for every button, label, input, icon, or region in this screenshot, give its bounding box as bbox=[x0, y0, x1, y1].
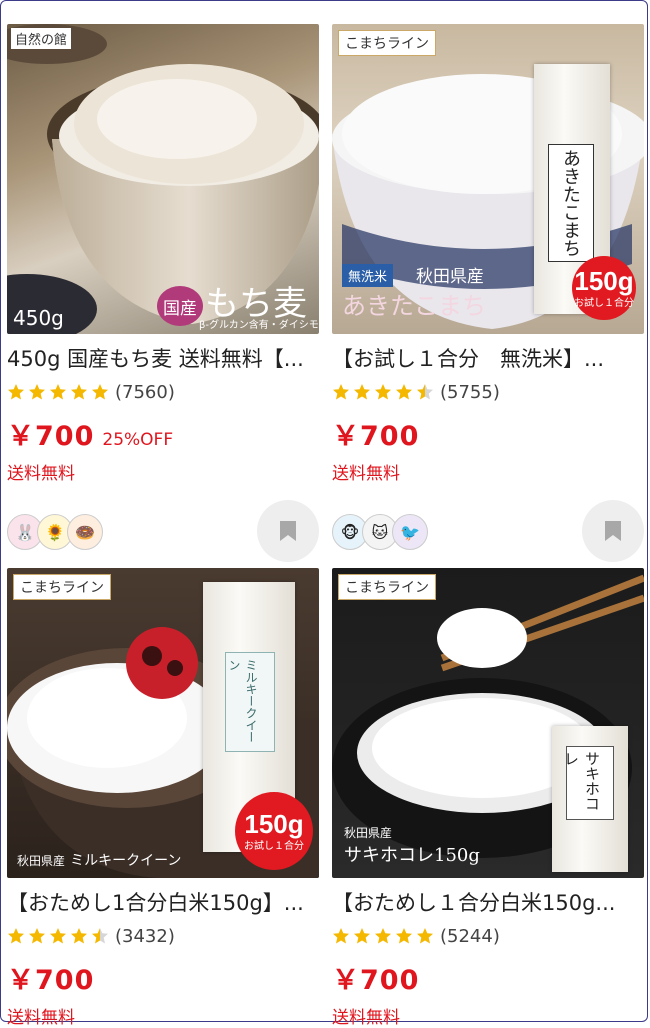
store-tag: 自然の館 bbox=[11, 28, 72, 49]
price-row: ￥700 25%OFF bbox=[7, 414, 319, 453]
price: ￥700 bbox=[332, 421, 420, 452]
price-row: ￥700 bbox=[332, 958, 644, 997]
star-icon bbox=[49, 383, 67, 401]
caption-prefix: 秋田県産 bbox=[17, 854, 66, 868]
bookmark-button[interactable] bbox=[257, 500, 319, 562]
star-icon bbox=[374, 927, 392, 945]
price-row: ￥700 bbox=[7, 958, 319, 997]
shipping-label: 送料無料 bbox=[7, 464, 75, 484]
star-rating bbox=[7, 383, 109, 401]
star-icon bbox=[70, 383, 88, 401]
star-icon bbox=[332, 927, 350, 945]
wash-label: 無洗米 bbox=[342, 264, 394, 287]
product-image[interactable]: こまちライン ミルキークイーン 秋田県産 ミルキークイーン 150g お試し１合… bbox=[7, 568, 319, 878]
half-star-icon bbox=[91, 927, 109, 945]
brand-tag: こまちライン bbox=[338, 30, 436, 56]
shipping-label: 送料無料 bbox=[7, 1008, 75, 1028]
shipping-label: 送料無料 bbox=[332, 464, 400, 484]
badge-trial-text: お試し１合分 bbox=[244, 840, 304, 852]
donut-avatar-icon: 🍩 bbox=[67, 514, 103, 550]
half-star-icon bbox=[416, 383, 434, 401]
weight-label: 450g bbox=[13, 306, 64, 330]
product-title[interactable]: 【おためし1合分白米150g】... bbox=[7, 890, 319, 916]
review-count: (7560) bbox=[115, 381, 175, 403]
star-rating bbox=[332, 383, 434, 401]
product-card-3[interactable]: こまちライン ミルキークイーン 秋田県産 ミルキークイーン 150g お試し１合… bbox=[7, 568, 319, 1028]
discount-label: 25%OFF bbox=[102, 430, 174, 450]
star-icon bbox=[332, 383, 350, 401]
caption: 秋田県産 ミルキークイーン bbox=[17, 850, 181, 870]
sub-label: β-グルカン含有・ダイシモチ bbox=[199, 320, 319, 331]
card-footer: 🐰 🌻 🍩 bbox=[7, 500, 319, 562]
badge-trial-text: お試し１合分 bbox=[574, 297, 634, 309]
user-avatars: 🐰 🌻 🍩 bbox=[7, 514, 103, 550]
star-icon bbox=[353, 383, 371, 401]
product-label: あきたこまち bbox=[342, 292, 486, 320]
review-count: (3432) bbox=[115, 925, 175, 947]
caption: 秋田県産 サキホコレ150g bbox=[344, 824, 480, 867]
product-image[interactable]: こまちライン サキホコレ 秋田県産 サキホコレ150g bbox=[332, 568, 644, 878]
package-label: ミルキークイーン bbox=[225, 652, 275, 752]
star-rating bbox=[332, 927, 434, 945]
prefecture-label: 秋田県産 bbox=[416, 267, 484, 287]
product-image[interactable]: 自然の館 450g 国産 もち麦 β-グルカン含有・ダイシモチ bbox=[7, 24, 319, 334]
star-icon bbox=[374, 383, 392, 401]
star-icon bbox=[395, 927, 413, 945]
rating: (5244) bbox=[332, 924, 644, 948]
rating: (5755) bbox=[332, 380, 644, 404]
product-title[interactable]: 450g 国産もち麦 送料無料【... bbox=[7, 346, 319, 372]
star-icon bbox=[70, 927, 88, 945]
price: ￥700 bbox=[7, 965, 95, 996]
product-title[interactable]: 【お試し１合分 無洗米】... bbox=[332, 346, 644, 372]
star-icon bbox=[353, 927, 371, 945]
package-label: サキホコレ bbox=[562, 746, 614, 820]
star-icon bbox=[7, 927, 25, 945]
brand-tag: こまちライン bbox=[338, 574, 436, 600]
caption-prefix: 秋田県産 bbox=[344, 826, 393, 840]
bookmark-button[interactable] bbox=[582, 500, 644, 562]
rice-package: サキホコレ bbox=[552, 726, 628, 872]
star-icon bbox=[28, 927, 46, 945]
brand-tag-text: こまちライン bbox=[20, 580, 104, 596]
origin-label: 国産 bbox=[157, 286, 203, 326]
star-rating bbox=[7, 927, 109, 945]
caption-main: サキホコレ150g bbox=[344, 845, 480, 866]
review-count: (5244) bbox=[440, 925, 500, 947]
brand-tag-text: こまちライン bbox=[345, 580, 429, 596]
shipping-label: 送料無料 bbox=[332, 1008, 400, 1028]
price: ￥700 bbox=[7, 421, 95, 452]
brand-tag-text: こまちライン bbox=[345, 36, 429, 52]
star-icon bbox=[7, 383, 25, 401]
product-title[interactable]: 【おためし１合分白米150g... bbox=[332, 890, 644, 916]
caption-main: ミルキークイーン bbox=[70, 853, 182, 869]
trial-badge: 150g お試し１合分 bbox=[235, 792, 313, 870]
bird-avatar-icon: 🐦 bbox=[392, 514, 428, 550]
store-tag-text: 自然の館 bbox=[15, 33, 68, 48]
product-card-1[interactable]: 自然の館 450g 国産 もち麦 β-グルカン含有・ダイシモチ 450g 国産も… bbox=[7, 24, 319, 562]
rating: (3432) bbox=[7, 924, 319, 948]
package-label: あきたこまち bbox=[548, 144, 594, 262]
star-icon bbox=[28, 383, 46, 401]
rating: (7560) bbox=[7, 380, 319, 404]
card-footer: 🐵 🐱 🐦 bbox=[332, 500, 644, 562]
price-row: ￥700 bbox=[332, 414, 644, 453]
star-icon bbox=[49, 927, 67, 945]
product-card-2[interactable]: こまちライン あきたこまち 無洗米 秋田県産 あきたこまち 150g お試し１合… bbox=[332, 24, 644, 562]
product-card-4[interactable]: こまちライン サキホコレ 秋田県産 サキホコレ150g 【おためし１合分白米15… bbox=[332, 568, 644, 1028]
star-icon bbox=[395, 383, 413, 401]
badge-weight: 150g bbox=[574, 265, 634, 296]
star-icon bbox=[91, 383, 109, 401]
price: ￥700 bbox=[332, 965, 420, 996]
brand-tag: こまちライン bbox=[13, 574, 111, 600]
trial-badge: 150g お試し１合分 bbox=[572, 256, 636, 320]
badge-weight: 150g bbox=[244, 808, 304, 839]
review-count: (5755) bbox=[440, 381, 500, 403]
star-icon bbox=[416, 927, 434, 945]
bookmark-icon bbox=[605, 521, 621, 541]
bookmark-icon bbox=[280, 521, 296, 541]
product-image[interactable]: こまちライン あきたこまち 無洗米 秋田県産 あきたこまち 150g お試し１合… bbox=[332, 24, 644, 334]
user-avatars: 🐵 🐱 🐦 bbox=[332, 514, 428, 550]
